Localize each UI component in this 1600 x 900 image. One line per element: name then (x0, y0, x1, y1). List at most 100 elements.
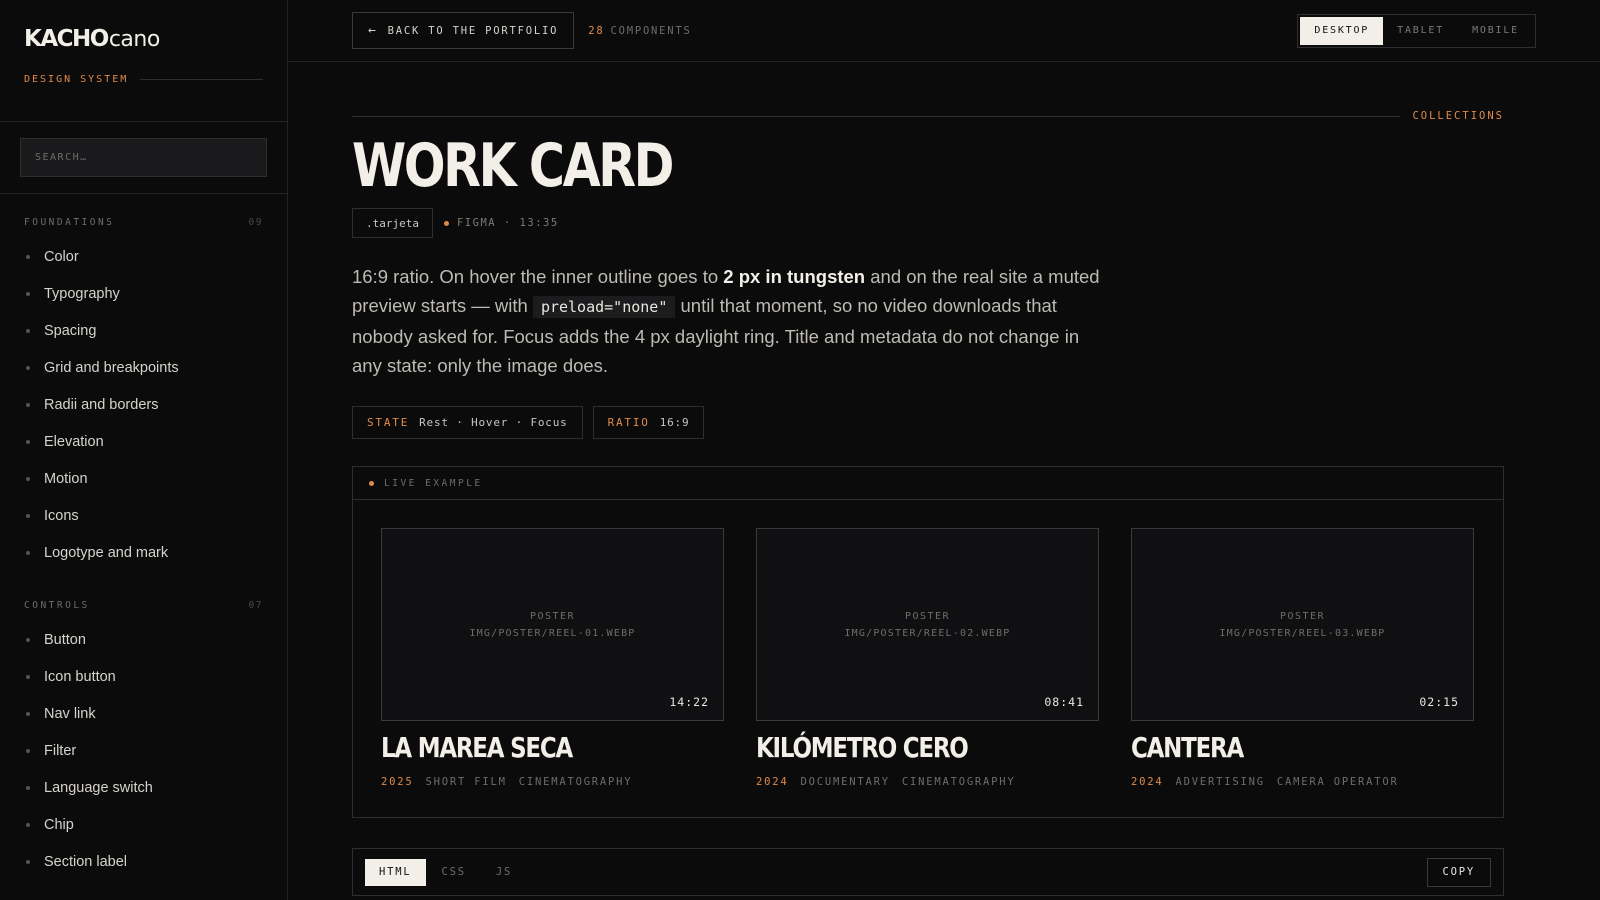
divider (352, 115, 1401, 117)
sidebar-item-spacing[interactable]: Spacing (24, 312, 263, 349)
sidebar-item-radii[interactable]: Radii and borders (24, 386, 263, 423)
design-system-label-row: DESIGN SYSTEM (24, 74, 263, 85)
sidebar-item-icons[interactable]: Icons (24, 497, 263, 534)
work-card-year: 2024 (1131, 776, 1164, 788)
design-system-label: DESIGN SYSTEM (24, 74, 129, 85)
nav-group-controls: CONTROLS 07 Button Icon button Nav link … (0, 595, 287, 880)
code-tabs-bar: HTML CSS JS COPY (352, 848, 1504, 896)
bullet-icon (26, 748, 30, 753)
viewport-desktop-button[interactable]: DESKTOP (1300, 16, 1384, 45)
work-card-year: 2024 (756, 776, 789, 788)
tab-css[interactable]: CSS (428, 859, 480, 886)
section-label-row: COLLECTIONS (352, 110, 1504, 122)
viewport-mobile-button[interactable]: MOBILE (1458, 17, 1533, 45)
logo[interactable]: KACHO cano (24, 26, 263, 52)
poster-path: IMG/POSTER/REEL-03.WEBP (1219, 627, 1386, 639)
logo-bold-text: KACHO (24, 26, 109, 52)
search-input[interactable] (20, 138, 267, 177)
sidebar-item-chip[interactable]: Chip (24, 806, 263, 843)
sidebar-item-motion[interactable]: Motion (24, 460, 263, 497)
sidebar-item-elevation[interactable]: Elevation (24, 423, 263, 460)
sidebar-item-label: Icons (44, 507, 79, 524)
sidebar-item-label: Elevation (44, 433, 104, 450)
component-count-number: 28 (588, 24, 605, 37)
work-card-meta: 2025 SHORT FILM CINEMATOGRAPHY (381, 776, 724, 788)
bullet-icon (26, 785, 30, 790)
sidebar-item-label: Language switch (44, 779, 153, 796)
sidebar-item-filter[interactable]: Filter (24, 732, 263, 769)
status-dot-icon (443, 220, 449, 226)
nav-group-count: 07 (248, 599, 263, 611)
component-count-label: COMPONENTS (610, 24, 692, 37)
ratio-chip: RATIO 16:9 (592, 406, 705, 439)
component-description: 16:9 ratio. On hover the inner outline g… (352, 262, 1112, 380)
work-card-poster[interactable]: POSTER IMG/POSTER/REEL-03.WEBP 02:15 (1131, 528, 1474, 721)
work-card-tag: CINEMATOGRAPHY (518, 776, 633, 788)
nav-separator (0, 571, 287, 595)
sidebar-item-label: Filter (44, 742, 77, 759)
live-example: LIVE EXAMPLE POSTER IMG/POSTER/REEL-01.W… (352, 466, 1504, 818)
live-example-label: LIVE EXAMPLE (384, 477, 483, 489)
brand: KACHO cano DESIGN SYSTEM (0, 0, 287, 122)
sidebar-item-nav-link[interactable]: Nav link (24, 695, 263, 732)
spec-chips: STATE Rest · Hover · Focus RATIO 16:9 (352, 406, 1504, 439)
sidebar-item-color[interactable]: Color (24, 238, 263, 275)
state-chip: STATE Rest · Hover · Focus (352, 406, 583, 439)
work-card-title: LA MAREA SECA (381, 731, 573, 764)
poster-path: IMG/POSTER/REEL-01.WEBP (469, 627, 636, 639)
bullet-icon (26, 513, 30, 518)
bullet-icon (26, 476, 30, 481)
main-panel: ← BACK TO THE PORTFOLIO 28 COMPONENTS DES… (288, 0, 1600, 900)
figma-reference[interactable]: FIGMA · 13:35 (457, 217, 559, 229)
work-card[interactable]: POSTER IMG/POSTER/REEL-01.WEBP 14:22 LA … (381, 528, 724, 788)
sidebar-item-label: Chip (44, 816, 74, 833)
sidebar-item-label: Typography (44, 285, 120, 302)
back-to-portfolio-button[interactable]: ← BACK TO THE PORTFOLIO (352, 12, 575, 49)
work-card-tag: DOCUMENTARY (800, 776, 890, 788)
sidebar-item-icon-button[interactable]: Icon button (24, 658, 263, 695)
sidebar-item-button[interactable]: Button (24, 621, 263, 658)
work-card-tag: CINEMATOGRAPHY (901, 776, 1016, 788)
nav-group-count: 09 (248, 216, 263, 228)
work-card[interactable]: POSTER IMG/POSTER/REEL-03.WEBP 02:15 CAN… (1131, 528, 1474, 788)
description-code: preload="none" (532, 296, 676, 318)
nav-group-header: FOUNDATIONS 09 (24, 212, 263, 232)
nav-group-title: FOUNDATIONS (24, 216, 115, 228)
tab-js[interactable]: JS (482, 859, 526, 886)
nav-group-title: CONTROLS (24, 599, 90, 611)
work-card[interactable]: POSTER IMG/POSTER/REEL-02.WEBP 08:41 KIL… (756, 528, 1099, 788)
topbar: ← BACK TO THE PORTFOLIO 28 COMPONENTS DES… (288, 0, 1600, 62)
copy-button[interactable]: COPY (1426, 857, 1491, 887)
sidebar-item-section-label[interactable]: Section label (24, 843, 263, 880)
work-card-tag: ADVERTISING (1175, 776, 1265, 788)
tab-html[interactable]: HTML (365, 858, 426, 886)
bullet-icon (26, 550, 30, 555)
content: COLLECTIONS WORK CARD .tarjeta FIGMA · 1… (288, 110, 1600, 896)
sidebar-item-label: Nav link (44, 705, 96, 722)
sidebar-item-logotype[interactable]: Logotype and mark (24, 534, 263, 571)
sidebar-item-typography[interactable]: Typography (24, 275, 263, 312)
back-button-label: BACK TO THE PORTFOLIO (387, 24, 559, 37)
arrow-left-icon: ← (368, 23, 378, 38)
bullet-icon (26, 822, 30, 827)
sidebar-item-label: Icon button (44, 668, 116, 685)
sidebar-item-label: Grid and breakpoints (44, 359, 179, 376)
bullet-icon (26, 711, 30, 716)
work-card-title: CANTERA (1131, 731, 1244, 764)
sidebar-item-language-switch[interactable]: Language switch (24, 769, 263, 806)
chip-key: RATIO (607, 416, 650, 429)
sidebar-item-grid[interactable]: Grid and breakpoints (24, 349, 263, 386)
viewport-tablet-button[interactable]: TABLET (1383, 17, 1458, 45)
work-card-poster[interactable]: POSTER IMG/POSTER/REEL-02.WEBP 08:41 (756, 528, 1099, 721)
bullet-icon (26, 402, 30, 407)
work-card-year: 2025 (381, 776, 414, 788)
work-card-grid: POSTER IMG/POSTER/REEL-01.WEBP 14:22 LA … (353, 500, 1503, 788)
work-card-poster[interactable]: POSTER IMG/POSTER/REEL-01.WEBP 14:22 (381, 528, 724, 721)
bullet-icon (26, 859, 30, 864)
live-dot-icon (369, 480, 374, 486)
sidebar-item-label: Section label (44, 853, 128, 870)
sidebar: KACHO cano DESIGN SYSTEM FOUNDATIONS 09 … (0, 0, 288, 900)
description-emphasis: 2 px in tungsten (723, 266, 866, 287)
poster-label: POSTER (1279, 610, 1326, 622)
section-label: COLLECTIONS (1412, 110, 1504, 122)
